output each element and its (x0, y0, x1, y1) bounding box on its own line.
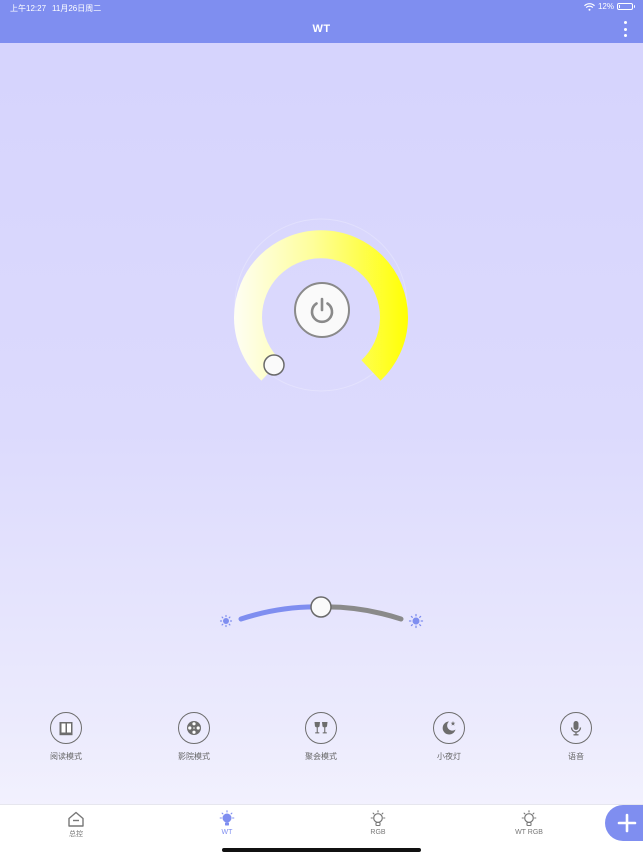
mode-night-light-label: 小夜灯 (437, 752, 461, 761)
tab-wt-rgb-label: WT RGB (515, 829, 543, 836)
mode-reading-label: 阅读模式 (50, 752, 82, 761)
home-icon (68, 811, 84, 827)
brightness-track-inactive[interactable] (318, 604, 404, 622)
bulb-icon (219, 810, 235, 826)
tab-master-control-label: 总控 (69, 831, 83, 838)
mode-voice-label: 语音 (568, 752, 584, 761)
microphone-icon (570, 721, 582, 736)
bulb-icon (521, 810, 537, 827)
mode-voice[interactable]: 语音 (531, 712, 621, 762)
tab-rgb[interactable]: RGB (338, 810, 418, 836)
sun-large-icon (408, 613, 424, 629)
mode-voice-button[interactable] (560, 712, 592, 744)
tab-master-control[interactable]: 总控 (36, 810, 116, 839)
tab-wt[interactable]: WT (187, 810, 267, 836)
mode-reading-button[interactable] (50, 712, 82, 744)
moon-star-icon (442, 721, 456, 735)
mode-night-light[interactable]: 小夜灯 (404, 712, 494, 762)
brightness-thumb[interactable] (310, 596, 332, 618)
tab-wt-rgb[interactable]: WT RGB (489, 810, 569, 836)
mode-party-button[interactable] (305, 712, 337, 744)
tab-rgb-label: RGB (370, 829, 386, 836)
mode-cinema-label: 影院模式 (178, 752, 210, 761)
app-screen: 上午12:27 11月26日周二 12% WT 阅读模式 影院模式 聚会模式 小… (0, 0, 643, 858)
mode-party-label: 聚会模式 (305, 752, 337, 761)
plus-icon (617, 813, 637, 833)
film-reel-icon (187, 721, 201, 735)
mode-night-light-button[interactable] (433, 712, 465, 744)
bulb-icon (370, 810, 386, 827)
wine-glasses-icon (314, 722, 328, 734)
mode-cinema-button[interactable] (178, 712, 210, 744)
tab-wt-label: WT (221, 829, 233, 836)
mode-reading[interactable]: 阅读模式 (21, 712, 111, 762)
home-indicator (222, 848, 421, 852)
brightness-track-active[interactable] (238, 604, 324, 622)
mode-party[interactable]: 聚会模式 (276, 712, 366, 762)
book-icon (59, 722, 73, 736)
add-device-button[interactable] (605, 805, 643, 841)
mode-cinema[interactable]: 影院模式 (149, 712, 239, 762)
sun-small-icon (219, 614, 233, 628)
